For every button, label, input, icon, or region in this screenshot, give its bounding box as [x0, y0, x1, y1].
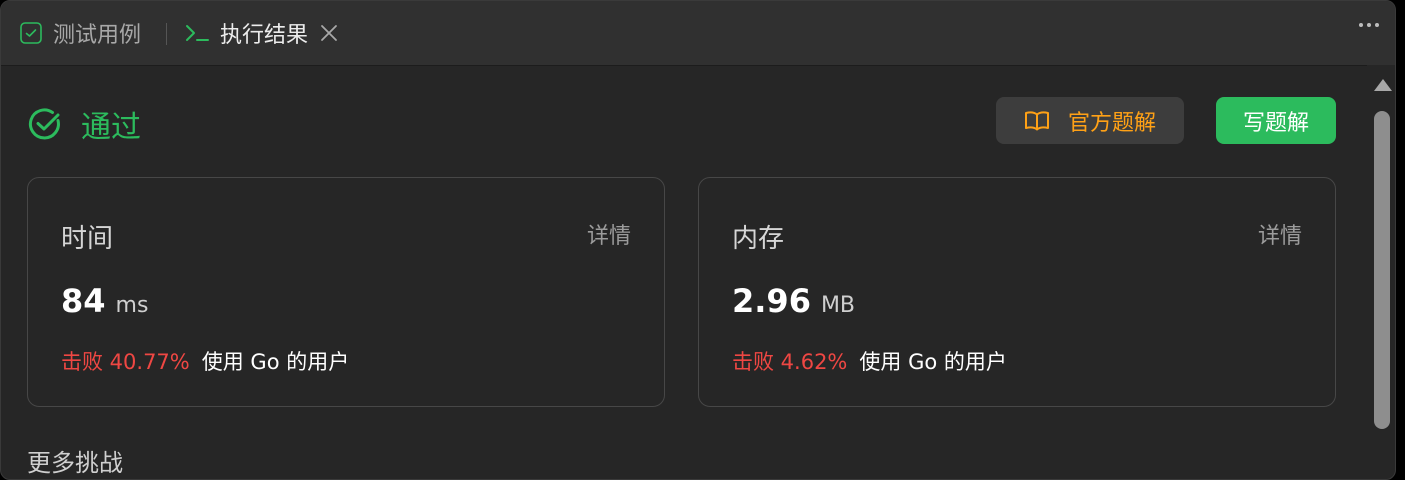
memory-details-link[interactable]: 详情	[1258, 218, 1302, 250]
runtime-title: 时间	[61, 224, 114, 254]
more-challenges-heading: 更多挑战	[27, 449, 123, 477]
scroll-up-arrow-icon[interactable]	[1374, 79, 1392, 91]
tab-execution-result-label: 执行结果	[220, 23, 309, 48]
more-dots-icon[interactable]	[1359, 23, 1379, 27]
tab-divider	[166, 23, 167, 45]
memory-unit: MB	[820, 293, 856, 318]
scrollbar-thumb[interactable]	[1374, 111, 1390, 429]
memory-value: 2.96	[732, 282, 811, 320]
runtime-value-row: 84 ms	[61, 282, 148, 320]
close-icon[interactable]	[320, 24, 338, 42]
official-solution-label: 官方题解	[1067, 110, 1156, 136]
check-circle-icon	[27, 106, 63, 142]
runtime-value: 84	[61, 282, 106, 320]
result-panel: 测试用例 执行结果 通过 官方题解 写题解 时间 详情 84 ms 击败 40.…	[0, 0, 1396, 480]
status-accepted: 通过	[27, 102, 141, 146]
tab-bar: 测试用例 执行结果	[1, 1, 1395, 66]
official-solution-button[interactable]: 官方题解	[996, 97, 1184, 144]
memory-beat-suffix: 使用 Go 的用户	[859, 350, 1007, 374]
runtime-beat-suffix: 使用 Go 的用户	[201, 350, 350, 374]
runtime-details-link[interactable]: 详情	[587, 218, 631, 250]
memory-beat-percent: 击败 4.62%	[732, 350, 848, 374]
runtime-beat-row: 击败 40.77% 使用 Go 的用户	[61, 346, 349, 376]
tab-test-cases-label: 测试用例	[53, 23, 142, 48]
tab-test-cases[interactable]: 测试用例	[19, 1, 141, 65]
status-text: 通过	[81, 110, 141, 145]
runtime-card: 时间 详情 84 ms 击败 40.77% 使用 Go 的用户	[27, 177, 665, 407]
memory-title: 内存	[732, 224, 785, 254]
runtime-unit: ms	[115, 293, 149, 318]
write-solution-button[interactable]: 写题解	[1216, 97, 1336, 144]
write-solution-label: 写题解	[1242, 110, 1309, 136]
memory-value-row: 2.96 MB	[732, 282, 855, 320]
memory-card: 内存 详情 2.96 MB 击败 4.62% 使用 Go 的用户	[698, 177, 1336, 407]
terminal-icon	[184, 22, 210, 44]
tab-execution-result[interactable]: 执行结果	[184, 1, 338, 65]
runtime-beat-percent: 击败 40.77%	[61, 350, 190, 374]
checkbox-icon	[19, 21, 43, 45]
memory-beat-row: 击败 4.62% 使用 Go 的用户	[732, 346, 1007, 376]
book-icon	[1024, 110, 1050, 132]
